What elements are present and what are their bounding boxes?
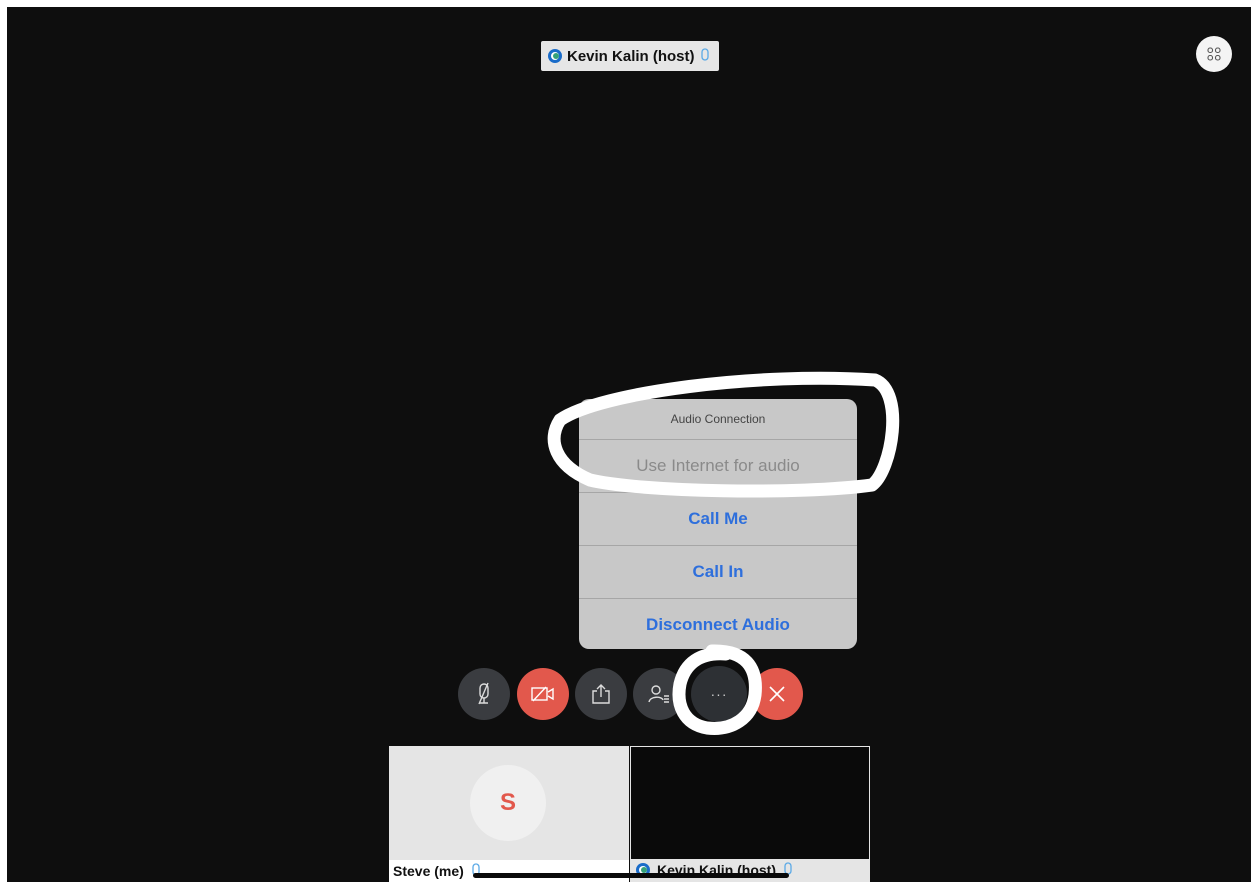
disconnect-audio-option[interactable]: Disconnect Audio [579, 599, 857, 649]
call-in-option[interactable]: Call In [579, 546, 857, 599]
more-button[interactable]: ··· [691, 666, 747, 722]
audio-menu-title: Audio Connection [579, 399, 857, 440]
participant-tile-host[interactable]: Kevin Kalin (host) [630, 746, 870, 882]
participant-tile-self[interactable]: S Steve (me) [389, 746, 629, 882]
mic-icon [700, 48, 709, 61]
avatar: S [470, 765, 546, 841]
share-icon [592, 684, 610, 704]
participants-icon [648, 685, 669, 703]
home-indicator [473, 873, 789, 878]
close-icon [769, 686, 785, 702]
mute-button[interactable] [458, 668, 510, 720]
host-icon [548, 49, 562, 63]
video-off-icon [531, 686, 554, 702]
participant-label: Steve (me) [389, 860, 629, 882]
use-internet-audio-option: Use Internet for audio [579, 440, 857, 493]
participant-name: Steve (me) [393, 863, 464, 879]
call-me-option[interactable]: Call Me [579, 493, 857, 546]
avatar-initial: S [499, 789, 516, 816]
participants-button[interactable] [633, 668, 685, 720]
end-call-button[interactable] [751, 668, 803, 720]
video-button[interactable] [517, 668, 569, 720]
grid-icon [1207, 47, 1221, 61]
layout-switch-button[interactable] [1196, 36, 1232, 72]
more-icon: ··· [710, 686, 728, 702]
active-speaker-name: Kevin Kalin (host) [567, 47, 695, 65]
share-button[interactable] [575, 668, 627, 720]
audio-connection-menu: Audio Connection Use Internet for audio … [579, 399, 857, 649]
meeting-screen: Kevin Kalin (host) Audio Connection Use … [7, 7, 1251, 882]
active-speaker-label: Kevin Kalin (host) [541, 41, 719, 71]
mic-muted-icon [478, 682, 489, 705]
